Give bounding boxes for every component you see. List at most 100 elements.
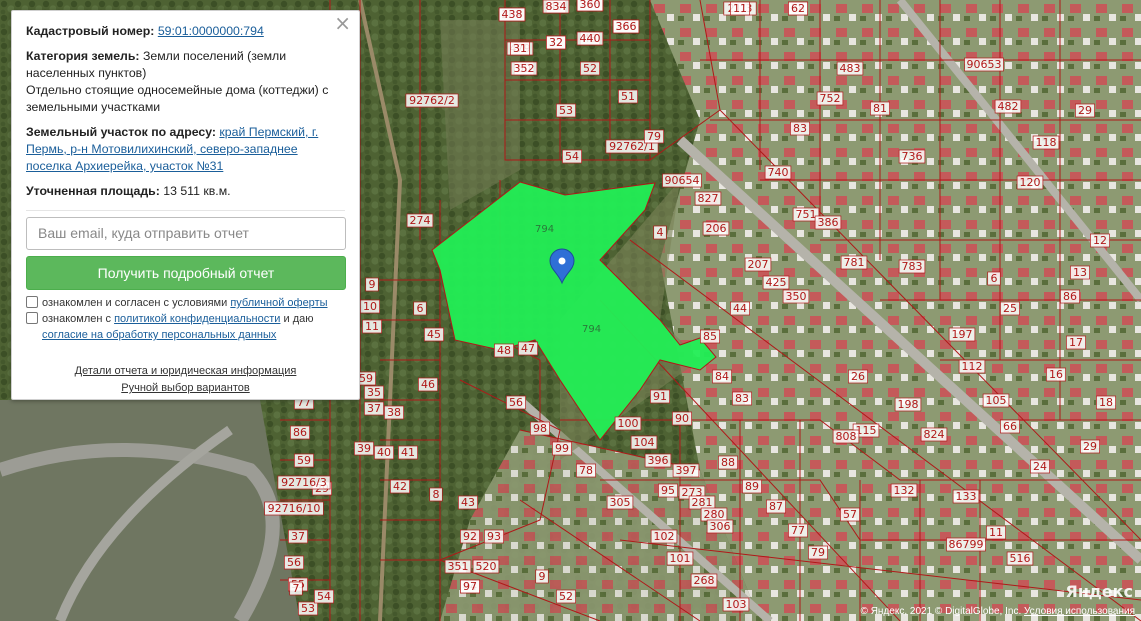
cadastral-label: 85 — [703, 330, 717, 343]
cadastral-label: 207 — [748, 258, 769, 271]
cadastral-label: 59 — [297, 454, 311, 467]
cadastral-label: 90654 — [665, 174, 700, 187]
cadastral-label: 11 — [989, 526, 1003, 539]
cadastral-label: 81 — [873, 102, 887, 115]
cadastral-label: 8 — [433, 488, 440, 501]
cadastral-label: 32 — [549, 36, 563, 49]
address-label: Земельный участок по адресу: — [26, 125, 216, 139]
manual-selection-link[interactable]: Ручной выбор вариантов — [121, 382, 249, 394]
cadastral-label: 781 — [844, 256, 865, 269]
cadastral-label: 104 — [634, 436, 655, 449]
cadastral-label: 198 — [898, 398, 919, 411]
close-icon[interactable]: × — [334, 13, 351, 33]
copyright-digitalglobe: © DigitalGlobe, Inc. — [934, 606, 1022, 617]
cadastral-label: 25 — [1003, 302, 1017, 315]
cadastral-label: 54 — [565, 150, 579, 163]
divider — [26, 210, 345, 211]
cadastral-label: 366 — [616, 20, 637, 33]
cadastral-label: 9 — [539, 570, 546, 583]
cadastral-label: Кадастровый номер: — [26, 24, 155, 38]
cadastral-number-link[interactable]: 59:01:0000000:794 — [158, 24, 264, 38]
consent-privacy-text: ознакомлен с — [42, 313, 112, 325]
cadastral-label: 31 — [513, 42, 527, 55]
area-label: Уточненная площадь: — [26, 184, 160, 198]
cadastral-label: 11 — [365, 320, 379, 333]
cadastral-label: 97 — [463, 580, 477, 593]
cadastral-label: 118 — [1036, 136, 1057, 149]
cadastral-label: 520 — [476, 560, 497, 573]
cadastral-label: 105 — [986, 394, 1007, 407]
cadastral-label: 305 — [610, 496, 631, 509]
cadastral-label: 52 — [559, 590, 573, 603]
get-report-button[interactable]: Получить подробный отчет — [26, 256, 346, 290]
yandex-logo: Яндекс — [1065, 582, 1134, 601]
cadastral-label: 35 — [367, 386, 381, 399]
cadastral-label: 53 — [301, 602, 315, 615]
cadastral-label: 397 — [676, 464, 697, 477]
cadastral-label: 56 — [287, 556, 301, 569]
privacy-checkbox[interactable] — [26, 312, 38, 324]
cadastral-label: 112 — [962, 360, 983, 373]
cadastral-label: 827 — [698, 192, 719, 205]
cadastral-label: 86 — [293, 426, 307, 439]
panel-links: Детали отчета и юридическая информация Р… — [26, 363, 345, 397]
consent-privacy: ознакомлен с политикой конфиденциальност… — [26, 311, 345, 343]
cadastral-label: 91 — [653, 390, 667, 403]
cadastral-label: 29 — [1078, 104, 1092, 117]
cadastral-label: 425 — [766, 276, 787, 289]
cadastral-label: 92762/2 — [409, 94, 455, 107]
category-label: Категория земель: — [26, 49, 140, 63]
cadastral-label: 83 — [793, 122, 807, 135]
cadastral-label: 4 — [657, 226, 664, 239]
cadastral-label: 42 — [393, 480, 407, 493]
cadastral-label: 440 — [580, 32, 601, 45]
cadastral-label: 752 — [820, 92, 841, 105]
privacy-policy-link[interactable]: политикой конфиденциальности — [114, 313, 280, 325]
cadastral-label: 86 — [1063, 290, 1077, 303]
cadastral-label: 100 — [618, 417, 639, 430]
cadastral-label: 88 — [721, 456, 735, 469]
cadastral-label: 45 — [427, 328, 441, 341]
cadastral-label: 6 — [417, 302, 424, 315]
offer-checkbox[interactable] — [26, 296, 38, 308]
cadastral-label: 9 — [369, 278, 376, 291]
cadastral-label: 11 — [733, 2, 747, 15]
parcel-label-794-top: 794 — [535, 224, 554, 235]
cadastral-label: 206 — [706, 222, 727, 235]
cadastral-label: 268 — [694, 574, 715, 587]
cadastral-label: 12 — [1093, 234, 1107, 247]
cadastral-label: 103 — [726, 598, 747, 611]
cadastral-label: 13 — [1073, 266, 1087, 279]
report-details-link[interactable]: Детали отчета и юридическая информация — [75, 365, 297, 377]
cadastral-label: 78 — [579, 464, 593, 477]
cadastral-label: 120 — [1020, 176, 1041, 189]
cadastral-label: 51 — [621, 90, 635, 103]
personal-data-consent-link[interactable]: согласие на обработку персональных данны… — [42, 329, 276, 341]
cadastral-label: 48 — [497, 344, 511, 357]
cadastral-label: 438 — [502, 8, 523, 21]
cadastral-label: 808 — [836, 430, 857, 443]
address-row: Земельный участок по адресу: край Пермск… — [26, 124, 345, 175]
cadastral-label: 92716/3 — [281, 476, 327, 489]
cadastral-label: 751 — [796, 208, 817, 221]
email-input[interactable]: Ваш email, куда отправить отчет — [26, 217, 346, 250]
cadastral-label: 40 — [377, 446, 391, 459]
cadastral-label: 824 — [924, 428, 945, 441]
cadastral-label: 197 — [952, 328, 973, 341]
cadastral-label: 386 — [818, 216, 839, 229]
cadastral-label: 47 — [521, 342, 535, 355]
public-offer-link[interactable]: публичной оферты — [230, 297, 327, 309]
parcel-label-794-bottom: 794 — [582, 324, 601, 335]
cadastral-label: 352 — [514, 62, 535, 75]
area-row: Уточненная площадь: 13 511 кв.м. — [26, 183, 345, 200]
cadastral-label: 92 — [463, 530, 477, 543]
cadastral-label: 101 — [670, 552, 691, 565]
cadastral-label: 62 — [791, 2, 805, 15]
terms-of-use-link[interactable]: Условия использования — [1024, 606, 1135, 617]
consent-privacy-mid: и даю — [283, 313, 314, 325]
cadastral-label: 351 — [448, 560, 469, 573]
cadastral-label: 83 — [735, 392, 749, 405]
cadastral-label: 77 — [791, 524, 805, 537]
cadastral-label: 740 — [768, 166, 789, 179]
cadastral-row: Кадастровый номер: 59:01:0000000:794 — [26, 23, 345, 40]
